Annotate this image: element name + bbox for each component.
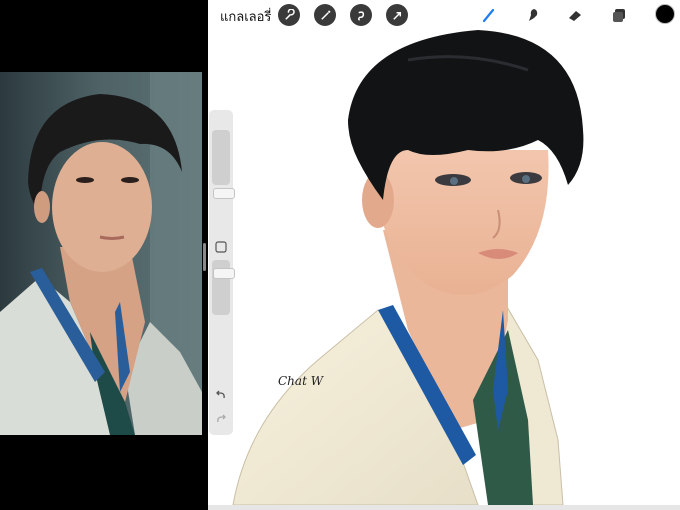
brush-opacity-slider[interactable] <box>212 260 235 315</box>
bottom-edge <box>208 505 680 510</box>
brush-size-slider[interactable] <box>212 130 235 199</box>
brush-sidebar <box>209 110 235 435</box>
redo-icon[interactable] <box>215 410 227 423</box>
brush-opacity-thumb[interactable] <box>213 268 235 279</box>
undo-icon[interactable] <box>215 386 227 399</box>
color-picker-swatch[interactable] <box>655 4 675 24</box>
selection-icon[interactable] <box>350 4 372 26</box>
layers-icon[interactable] <box>608 4 630 26</box>
drawing-canvas[interactable]: Chat W <box>208 0 680 510</box>
reference-photo <box>0 72 202 435</box>
brush-icon[interactable] <box>478 4 500 26</box>
painting: Chat W <box>232 30 584 506</box>
eraser-icon[interactable] <box>564 4 586 26</box>
gallery-button[interactable]: แกลเลอรี่ <box>220 6 271 27</box>
top-toolbar: แกลเลอรี่ <box>208 0 680 30</box>
brush-size-thumb[interactable] <box>213 188 235 199</box>
reference-pane <box>0 0 208 510</box>
smudge-icon[interactable] <box>522 4 544 26</box>
wrench-icon[interactable] <box>278 4 300 26</box>
split-drag-handle[interactable] <box>203 243 206 271</box>
artist-signature: Chat W <box>278 374 325 388</box>
magic-wand-icon[interactable] <box>314 4 336 26</box>
transform-arrow-icon[interactable] <box>386 4 408 26</box>
modify-button[interactable] <box>215 238 227 253</box>
